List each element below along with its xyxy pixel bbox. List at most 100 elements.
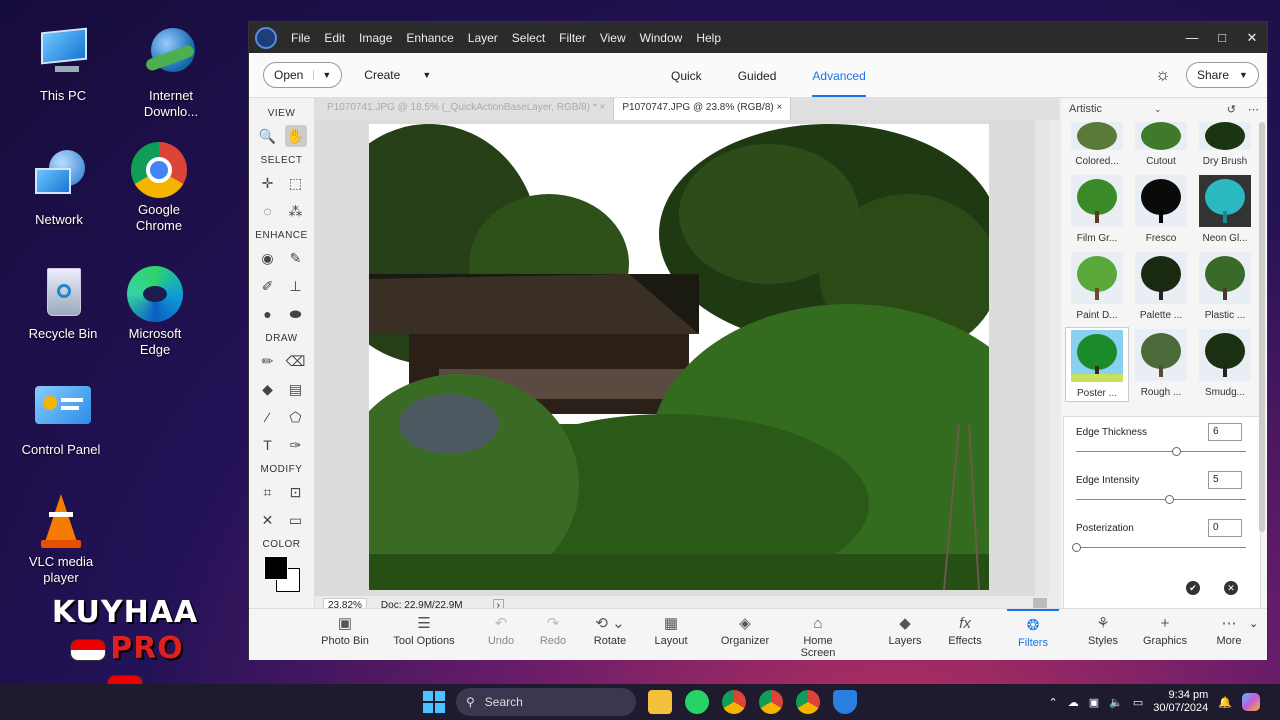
- zoom-tool-icon[interactable]: 🔍: [257, 125, 279, 147]
- menu-view[interactable]: View: [600, 31, 626, 45]
- chevron-down-icon[interactable]: ⌄: [1249, 617, 1258, 630]
- slider-handle[interactable]: [1164, 495, 1174, 504]
- filters-button[interactable]: ❂ Filters: [1007, 609, 1059, 661]
- desktop-icon-this-pc[interactable]: This PC: [8, 26, 118, 104]
- taskbar-search[interactable]: ⚲ Search: [456, 688, 636, 716]
- edge-intensity-input[interactable]: 5: [1208, 471, 1242, 489]
- menu-layer[interactable]: Layer: [468, 31, 498, 45]
- edge-intensity-slider[interactable]: [1076, 499, 1246, 500]
- filter-poster-edges[interactable]: Poster ...: [1065, 327, 1129, 402]
- graphics-button[interactable]: + Graphics: [1141, 609, 1189, 661]
- filter-neon-glow[interactable]: Neon Gl...: [1193, 173, 1257, 246]
- menu-enhance[interactable]: Enhance: [406, 31, 453, 45]
- close-window-button[interactable]: ✕: [1237, 30, 1267, 46]
- marquee-tool-icon[interactable]: ⬚: [285, 172, 307, 194]
- magic-wand-tool-icon[interactable]: ⁂: [285, 200, 307, 222]
- share-button[interactable]: Share ▼: [1186, 62, 1259, 88]
- red-eye-tool-icon[interactable]: ◉: [257, 247, 279, 269]
- document-image[interactable]: [369, 124, 989, 590]
- more-button[interactable]: ⋯ More: [1209, 609, 1249, 661]
- smart-brush-icon[interactable]: ✐: [257, 275, 279, 297]
- redo-button[interactable]: ↷ Redo: [533, 609, 573, 661]
- chevron-up-icon[interactable]: ⌃: [1049, 696, 1058, 709]
- vertical-scrollbar[interactable]: [1035, 120, 1049, 596]
- lasso-tool-icon[interactable]: ◌: [257, 200, 279, 222]
- filter-category-select[interactable]: Artistic ⌄ ↺ ⋯: [1061, 98, 1267, 120]
- filter-smudge-stick[interactable]: Smudg...: [1193, 327, 1257, 402]
- desktop-icon-network[interactable]: Network: [4, 150, 114, 228]
- close-icon[interactable]: ×: [777, 102, 783, 113]
- clock[interactable]: 9:34 pm 30/07/2024: [1153, 689, 1208, 715]
- content-aware-move-icon[interactable]: ✕: [257, 509, 279, 531]
- menu-file[interactable]: File: [291, 31, 310, 45]
- filter-dry-brush[interactable]: Dry Brush: [1193, 120, 1257, 169]
- tab-advanced[interactable]: Advanced: [812, 55, 866, 97]
- filter-rough-pastels[interactable]: Rough ...: [1129, 327, 1193, 402]
- pencil-tool-icon[interactable]: ✑: [285, 434, 307, 456]
- crop-tool-icon[interactable]: ⌗: [257, 481, 279, 503]
- close-icon[interactable]: ×: [600, 102, 606, 113]
- minimize-button[interactable]: —: [1177, 30, 1207, 46]
- panel-scrollbar[interactable]: [1259, 122, 1265, 532]
- cancel-x-icon[interactable]: ✕: [1224, 581, 1238, 595]
- menu-help[interactable]: Help: [696, 31, 721, 45]
- filter-film-grain[interactable]: Film Gr...: [1065, 173, 1129, 246]
- tab-document-2[interactable]: P1070747.JPG @ 23.8% (RGB/8) ×: [614, 98, 792, 120]
- create-button[interactable]: Create ▼: [364, 68, 431, 82]
- healing-brush-icon[interactable]: ✎: [285, 247, 307, 269]
- more-options-icon[interactable]: ⋯: [1248, 103, 1259, 116]
- posterization-slider[interactable]: [1076, 547, 1246, 548]
- desktop-icon-control-panel[interactable]: Control Panel: [6, 380, 116, 458]
- windows-start-icon[interactable]: [422, 690, 446, 714]
- slider-handle[interactable]: [1072, 543, 1081, 552]
- security-shield-icon[interactable]: [833, 690, 857, 714]
- filter-colored-pencil[interactable]: Colored...: [1065, 120, 1129, 169]
- sponge-tool-icon[interactable]: ⬬: [285, 303, 307, 325]
- edge-thickness-slider[interactable]: [1076, 451, 1246, 452]
- styles-button[interactable]: ⚘ Styles: [1083, 609, 1123, 661]
- shape-tool-icon[interactable]: ⬠: [285, 406, 307, 428]
- foreground-color-swatch[interactable]: [263, 556, 288, 580]
- menu-select[interactable]: Select: [512, 31, 545, 45]
- battery-icon[interactable]: ▭: [1133, 696, 1143, 709]
- filter-paint-daubs[interactable]: Paint D...: [1065, 250, 1129, 323]
- slider-handle[interactable]: [1171, 447, 1181, 456]
- gradient-tool-icon[interactable]: ▤: [285, 378, 307, 400]
- eraser-tool-icon[interactable]: ⌫: [285, 350, 307, 372]
- eyedropper-icon[interactable]: ⁄: [257, 406, 279, 428]
- menu-image[interactable]: Image: [359, 31, 392, 45]
- desktop-icon-microsoft-edge[interactable]: Microsoft Edge: [100, 264, 210, 358]
- menu-window[interactable]: Window: [640, 31, 683, 45]
- apply-checkmark-icon[interactable]: ✔: [1186, 581, 1200, 595]
- organizer-button[interactable]: ◈ Organizer: [719, 609, 771, 661]
- tool-options-button[interactable]: ☰ Tool Options: [389, 609, 459, 661]
- tab-quick[interactable]: Quick: [671, 69, 702, 83]
- tab-guided[interactable]: Guided: [738, 69, 777, 83]
- clone-stamp-icon[interactable]: ⊥: [285, 275, 307, 297]
- photo-bin-button[interactable]: ▣ Photo Bin: [315, 609, 375, 661]
- rotate-button[interactable]: ⟲ ⌄ Rotate: [585, 609, 635, 661]
- canvas-area[interactable]: [315, 120, 1049, 596]
- posterization-input[interactable]: 0: [1208, 519, 1242, 537]
- notification-bell-icon[interactable]: 🔔: [1218, 696, 1232, 709]
- open-button[interactable]: Open ▼: [263, 62, 343, 88]
- desktop-icon-internet-download-manager[interactable]: Internet Downlo...: [116, 26, 226, 120]
- file-explorer-icon[interactable]: [648, 690, 672, 714]
- network-status-icon[interactable]: ▣: [1089, 696, 1099, 709]
- layout-button[interactable]: ▦ Layout: [649, 609, 693, 661]
- straighten-tool-icon[interactable]: ▭: [285, 509, 307, 531]
- blur-tool-icon[interactable]: ●: [257, 303, 279, 325]
- maximize-button[interactable]: □: [1207, 30, 1237, 46]
- undo-button[interactable]: ↶ Undo: [481, 609, 521, 661]
- desktop-icon-google-chrome[interactable]: Google Chrome: [104, 140, 214, 234]
- type-tool-icon[interactable]: T: [257, 434, 279, 456]
- edge-thickness-input[interactable]: 6: [1208, 423, 1242, 441]
- filter-fresco[interactable]: Fresco: [1129, 173, 1193, 246]
- copilot-icon[interactable]: [1242, 693, 1260, 711]
- chrome-taskbar-icon-2[interactable]: [759, 690, 783, 714]
- whatsapp-icon[interactable]: [685, 690, 709, 714]
- reset-icon[interactable]: ↺: [1227, 103, 1236, 116]
- brush-tool-icon[interactable]: ✏: [257, 350, 279, 372]
- hand-tool-icon[interactable]: ✋: [284, 125, 307, 147]
- volume-icon[interactable]: 🔈: [1109, 696, 1123, 709]
